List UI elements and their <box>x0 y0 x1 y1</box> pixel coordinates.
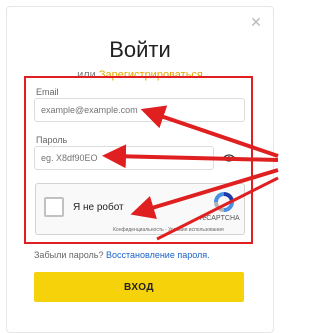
arrow-to-recaptcha-top <box>130 168 279 220</box>
annotation-arrows <box>102 105 279 241</box>
arrow-to-password <box>102 144 279 169</box>
arrow-to-email <box>140 105 279 158</box>
